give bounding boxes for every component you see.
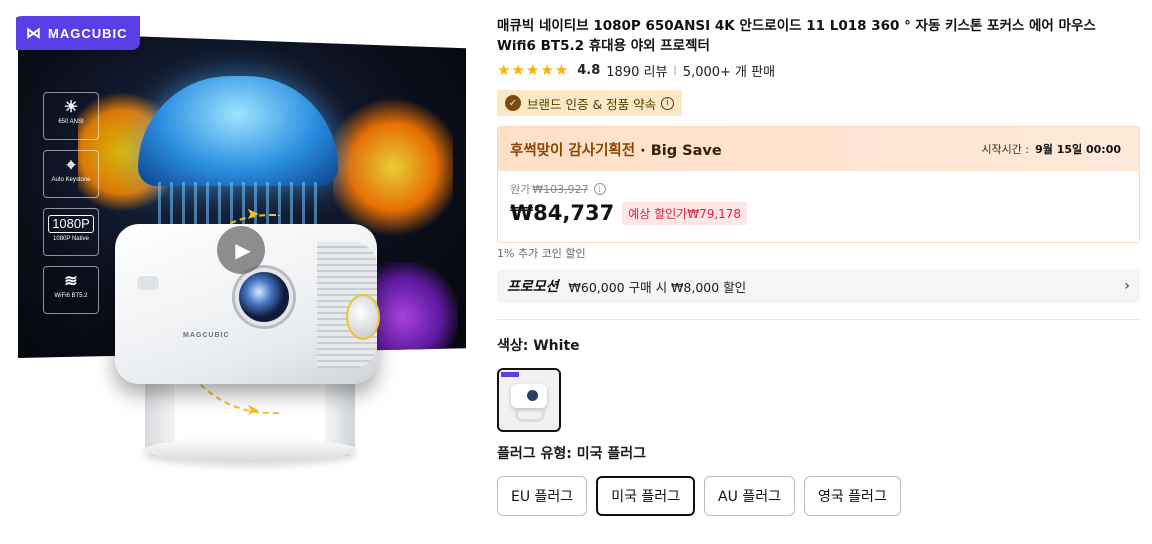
price-section: 원가 ₩103,927 i ₩84,737 예상 할인가₩79,178	[498, 171, 1139, 235]
deal-header: 후썩맞이 감사기획전 · Big Save 시작시간 :9월 15일 00:00	[498, 127, 1139, 171]
plug-option-us[interactable]: 미국 플러그	[596, 476, 696, 516]
projector-logo: MAGCUBIC	[183, 332, 230, 339]
chevron-right-icon: ›	[1124, 278, 1130, 294]
sun-icon: ☀	[63, 99, 79, 116]
info-icon[interactable]: i	[593, 183, 606, 195]
brand-logo-badge: ⋈ MAGCUBIC	[16, 16, 140, 50]
plug-option-au[interactable]: AU 플러그	[704, 476, 795, 516]
play-video-button[interactable]: ▶	[217, 226, 265, 274]
promotion-text: ₩60,000 구매 시 ₩8,000 할인	[568, 279, 747, 295]
keystone-icon: ⌖	[66, 157, 76, 174]
rating-value: 4.8	[577, 62, 601, 78]
info-icon[interactable]: i	[661, 96, 675, 110]
play-icon: ▶	[235, 238, 251, 262]
feature-keystone: ⌖ Auto Keystone	[43, 150, 99, 198]
product-title: 매큐빅 네이티브 1080P 650ANSI 4K 안드로이드 11 L018 …	[497, 18, 1096, 54]
promotion-bar[interactable]: 프로모션 ₩60,000 구매 시 ₩8,000 할인 ›	[497, 269, 1140, 303]
separator: |	[673, 64, 677, 76]
sold-count: 5,000+ 개 판매	[682, 64, 776, 80]
product-image-gallery[interactable]: ☀ 650 ANSI ⌖ Auto Keystone 1080P 1080P N…	[10, 16, 474, 482]
resolution-icon: 1080P	[48, 215, 94, 233]
promotion-tag: 프로모션	[507, 279, 559, 295]
plug-type-label: 플러그 유형: 미국 플러그	[497, 446, 647, 462]
color-label: 색상: White	[497, 338, 580, 354]
plug-option-eu[interactable]: EU 플러그	[497, 476, 588, 516]
magcubic-logo-icon: ⋈	[26, 25, 42, 42]
sale-price: ₩84,737	[510, 201, 615, 225]
feature-brightness: ☀ 650 ANSI	[43, 92, 99, 140]
trust-label: 브랜드 인증 & 정품 약속	[527, 96, 657, 112]
estimated-discount-badge: 예상 할인가₩79,178	[622, 201, 748, 225]
plug-options: EU 플러그 미국 플러그 AU 플러그 영국 플러그	[497, 476, 901, 516]
feature-wifi: ≋ WiFi6 BT5.2	[43, 266, 99, 314]
divider	[497, 319, 1140, 320]
verified-check-icon: ✓	[505, 95, 521, 111]
jellyfish-image	[138, 76, 338, 186]
projector-stand	[143, 376, 357, 466]
star-rating-icon: ★★★★★	[497, 61, 570, 79]
review-count[interactable]: 1890 리뷰	[606, 61, 667, 80]
rating-row[interactable]: ★★★★★ 4.8 1890 리뷰 | 5,000+ 개 판매	[497, 60, 775, 80]
projector-lens	[235, 268, 293, 326]
focus-knob	[346, 294, 380, 340]
rotation-arrow-icon: ➤	[246, 204, 260, 223]
plug-option-uk[interactable]: 영국 플러그	[803, 476, 901, 516]
feature-icon-list: ☀ 650 ANSI ⌖ Auto Keystone 1080P 1080P N…	[43, 92, 101, 324]
paint-splash-right	[333, 92, 453, 242]
coin-discount-text: 1% 추가 코인 할인	[497, 247, 586, 260]
brand-verified-badge[interactable]: ✓ 브랜드 인증 & 정품 약속 i	[497, 90, 683, 116]
feature-resolution: 1080P 1080P Native	[43, 208, 99, 256]
deal-box: 후썩맞이 감사기획전 · Big Save 시작시간 :9월 15일 00:00…	[497, 126, 1140, 243]
deal-name: 후썩맞이 감사기획전 · Big Save	[510, 142, 722, 159]
original-price: 원가 ₩103,927 i	[510, 181, 1127, 197]
deal-start-time: 시작시간 :9월 15일 00:00	[981, 143, 1121, 156]
color-swatch-white[interactable]	[497, 368, 561, 432]
wifi-icon: ≋	[64, 273, 78, 290]
projector-button	[137, 276, 159, 290]
